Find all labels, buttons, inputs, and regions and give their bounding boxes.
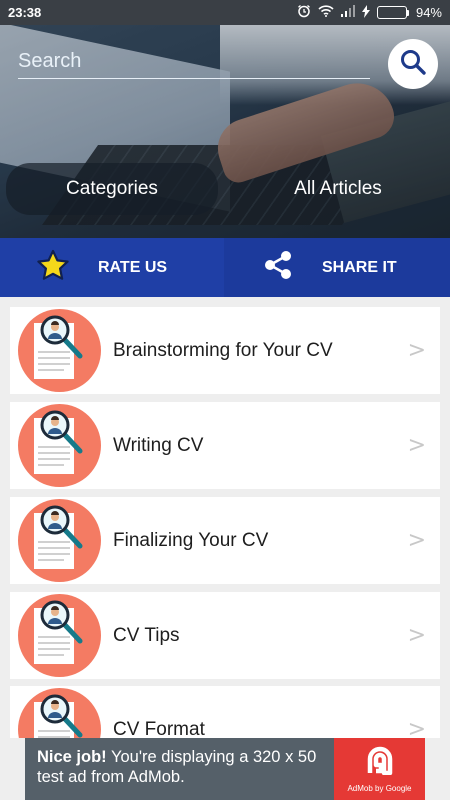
tab-all-articles-label: All Articles — [294, 178, 382, 199]
list-item[interactable]: Writing CV > — [10, 402, 440, 489]
status-time: 23:38 — [8, 5, 42, 20]
search-input[interactable] — [18, 45, 370, 79]
list-item-title: Finalizing Your CV — [113, 529, 269, 551]
chevron-right-icon: > — [407, 338, 426, 363]
status-bar: 23:38 94% — [0, 0, 450, 25]
list-item-title: CV Format — [113, 718, 205, 739]
cv-search-icon — [18, 404, 101, 487]
cv-search-icon — [18, 594, 101, 677]
alarm-icon — [297, 4, 311, 21]
share-icon — [262, 249, 294, 286]
ad-banner[interactable]: Nice job! You're displaying a 320 x 50 t… — [25, 738, 425, 800]
cv-search-icon — [18, 688, 101, 738]
tab-categories-label: Categories — [66, 178, 158, 199]
list-item-title: Brainstorming for Your CV — [113, 339, 333, 361]
search-button[interactable] — [388, 39, 438, 89]
cv-search-icon — [18, 309, 101, 392]
cv-search-icon — [18, 499, 101, 582]
battery-icon — [376, 6, 409, 19]
wifi-icon — [318, 5, 334, 20]
list-item-title: Writing CV — [113, 434, 204, 456]
rate-us-label: RATE US — [98, 258, 168, 276]
tab-categories[interactable]: Categories — [6, 163, 218, 215]
list-item[interactable]: CV Format > — [10, 686, 440, 738]
search-icon — [399, 48, 427, 81]
charging-icon — [361, 4, 370, 21]
tab-all-articles[interactable]: All Articles — [232, 163, 444, 215]
admob-icon — [365, 745, 395, 780]
star-icon — [36, 249, 70, 286]
list-item[interactable]: Finalizing Your CV > — [10, 497, 440, 584]
battery-percent: 94% — [415, 5, 442, 20]
category-list: Brainstorming for Your CV > Writing CV >… — [0, 297, 450, 738]
ad-text: Nice job! You're displaying a 320 x 50 t… — [25, 738, 335, 800]
chevron-right-icon: > — [407, 528, 426, 553]
list-item[interactable]: Brainstorming for Your CV > — [10, 307, 440, 394]
chevron-right-icon: > — [407, 433, 426, 458]
ad-headline: Nice job! — [37, 748, 107, 766]
list-item[interactable]: CV Tips > — [10, 592, 440, 679]
share-it-label: SHARE IT — [322, 258, 397, 276]
admob-logo: AdMob by Google — [334, 738, 425, 800]
admob-caption: AdMob by Google — [347, 784, 412, 793]
chevron-right-icon: > — [407, 623, 426, 648]
chevron-right-icon: > — [407, 717, 426, 738]
share-it-button[interactable]: SHARE IT — [224, 238, 450, 297]
rate-us-button[interactable]: RATE US — [0, 238, 224, 297]
action-bar: RATE US SHARE IT — [0, 238, 450, 297]
signal-icon — [340, 5, 355, 20]
list-item-title: CV Tips — [113, 624, 180, 646]
